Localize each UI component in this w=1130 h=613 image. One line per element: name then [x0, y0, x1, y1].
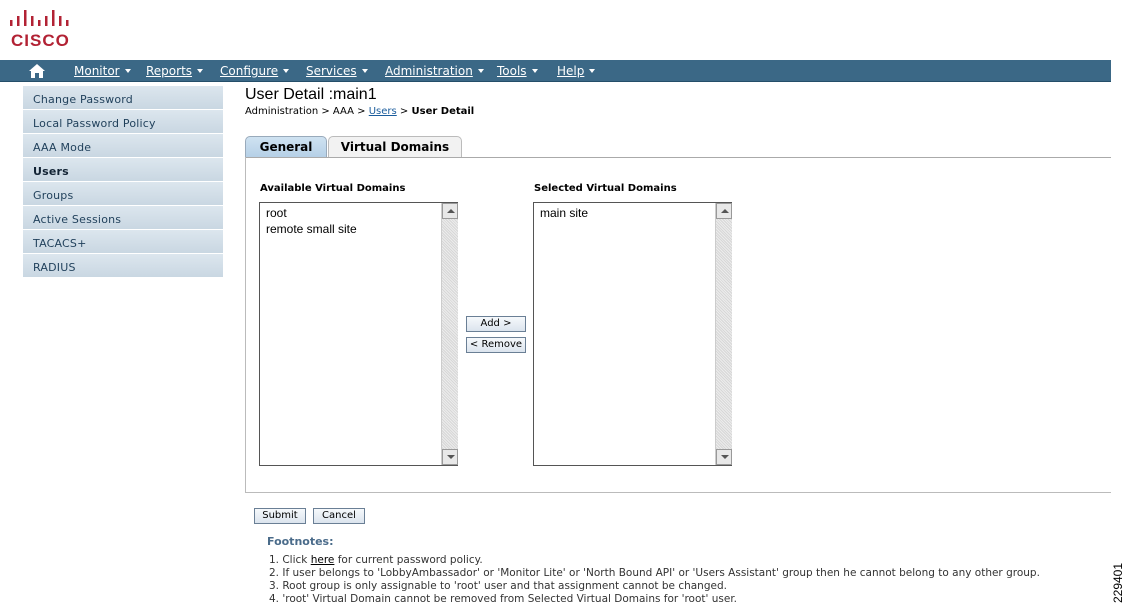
arrow-down-icon — [721, 455, 729, 459]
arrow-up-icon — [721, 209, 729, 213]
footnote-1-prefix: 1. Click — [269, 554, 311, 566]
sidebar-item-radius[interactable]: RADIUS — [23, 254, 223, 277]
available-domains-label: Available Virtual Domains — [260, 183, 406, 194]
sidebar-item-users[interactable]: Users — [23, 158, 223, 181]
chevron-down-icon — [197, 69, 204, 73]
submit-button[interactable]: Submit — [254, 508, 306, 524]
sidebar-item-groups[interactable]: Groups — [23, 182, 223, 205]
cisco-bars-icon — [10, 10, 69, 26]
available-domains-list[interactable]: root remote small site — [259, 202, 458, 466]
tab-general[interactable]: General — [245, 136, 327, 158]
footnote-4: 4. 'root' Virtual Domain cannot be remov… — [269, 593, 738, 605]
cancel-button[interactable]: Cancel — [313, 508, 365, 524]
breadcrumb-separator: > — [396, 106, 412, 117]
page-title: User Detail :main1 — [245, 86, 377, 103]
arrow-down-icon — [447, 455, 455, 459]
list-item[interactable]: remote small site — [266, 221, 357, 237]
scrollbar[interactable] — [715, 203, 732, 465]
arrow-up-icon — [447, 209, 455, 213]
sidebar-item-active-sessions[interactable]: Active Sessions — [23, 206, 223, 229]
figure-id-text: 229401 — [1111, 562, 1126, 604]
figure-id: 229401 — [1111, 560, 1130, 612]
footnote-1: 1. Click here for current password polic… — [269, 554, 1040, 567]
nav-reports[interactable]: Reports — [146, 64, 204, 78]
cisco-logo: CISCO — [8, 6, 78, 50]
scroll-up-button[interactable] — [442, 203, 458, 219]
chevron-down-icon — [283, 69, 290, 73]
password-policy-link[interactable]: here — [311, 554, 335, 566]
sidebar-item-change-password[interactable]: Change Password — [23, 86, 223, 109]
nav-configure[interactable]: Configure — [220, 64, 290, 78]
list-item[interactable]: main site — [540, 205, 588, 221]
nav-tools[interactable]: Tools — [497, 64, 538, 78]
chevron-down-icon — [477, 69, 484, 73]
footnote-2: 2. If user belongs to 'LobbyAmbassador' … — [269, 567, 1040, 579]
chevron-down-icon — [589, 69, 596, 73]
chevron-down-icon — [531, 69, 538, 73]
footnote-1-suffix: for current password policy. — [334, 554, 483, 566]
cisco-logo-text: CISCO — [11, 31, 70, 50]
selected-domains-label: Selected Virtual Domains — [534, 183, 677, 194]
scroll-down-button[interactable] — [716, 449, 732, 465]
list-item[interactable]: root — [266, 205, 357, 221]
main-nav-bar: Monitor Reports Configure Services Admin… — [0, 60, 1111, 82]
footnote-3: 3. Root group is only assignable to 'roo… — [269, 580, 727, 592]
add-button[interactable]: Add > — [466, 316, 526, 332]
home-icon[interactable] — [28, 63, 46, 79]
nav-help[interactable]: Help — [557, 64, 596, 78]
tab-virtual-domains[interactable]: Virtual Domains — [328, 136, 462, 158]
chevron-down-icon — [361, 69, 368, 73]
nav-monitor[interactable]: Monitor — [74, 64, 131, 78]
sidebar-item-aaa-mode[interactable]: AAA Mode — [23, 134, 223, 157]
scroll-up-button[interactable] — [716, 203, 732, 219]
breadcrumb-users-link[interactable]: Users — [369, 106, 397, 117]
scrollbar[interactable] — [441, 203, 458, 465]
selected-domains-list[interactable]: main site — [533, 202, 732, 466]
breadcrumb-current: User Detail — [411, 106, 475, 117]
footnotes-title: Footnotes: — [267, 535, 334, 548]
breadcrumb-path: Administration > AAA > — [245, 106, 369, 117]
sidebar-item-local-password-policy[interactable]: Local Password Policy — [23, 110, 223, 133]
breadcrumb: Administration > AAA > Users > User Deta… — [245, 106, 474, 117]
footnotes: 1. Click here for current password polic… — [269, 554, 1040, 606]
sidebar: Change Password Local Password Policy AA… — [23, 86, 223, 278]
nav-services[interactable]: Services — [306, 64, 368, 78]
sidebar-item-tacacs[interactable]: TACACS+ — [23, 230, 223, 253]
chevron-down-icon — [124, 69, 131, 73]
nav-administration[interactable]: Administration — [385, 64, 484, 78]
remove-button[interactable]: < Remove — [466, 337, 526, 353]
scroll-down-button[interactable] — [442, 449, 458, 465]
